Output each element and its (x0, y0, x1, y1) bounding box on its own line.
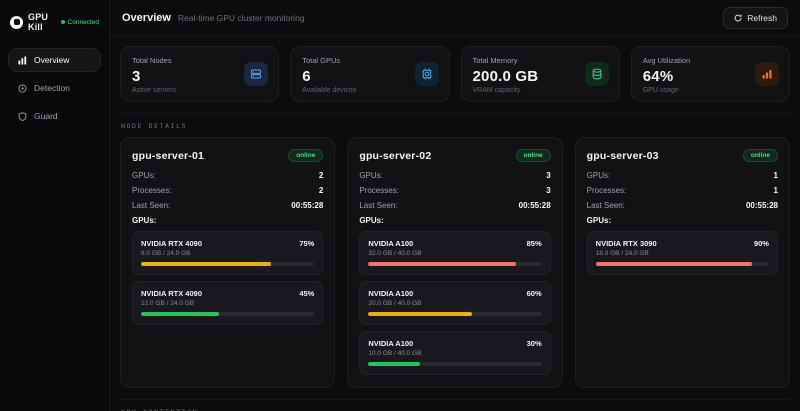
gpu-memory: 8.0 GB / 24.0 GB (141, 250, 314, 257)
content: Total Nodes 3 Active servers Total GPUs … (110, 37, 800, 411)
gpu-memory: 10.0 GB / 40.0 GB (368, 350, 541, 357)
status-dot-icon (61, 20, 65, 24)
node-gpus-row: GPUs:3 (359, 171, 550, 180)
gpu-item: NVIDIA A100 30% 10.0 GB / 40.0 GB (359, 331, 550, 375)
app-name: GPU Kill (28, 12, 56, 32)
gpu-list-label: GPUs: (587, 216, 778, 225)
gpu-item: NVIDIA RTX 3090 90% 18.0 GB / 24.0 GB (587, 231, 778, 275)
sidebar-item-overview[interactable]: Overview (8, 48, 101, 72)
database-icon (585, 62, 609, 86)
gpu-memory: 32.0 GB / 40.0 GB (368, 250, 541, 257)
gpu-model: NVIDIA A100 (368, 289, 413, 298)
gpu-utilization: 30% (527, 339, 542, 348)
utilization-bar-fill (596, 262, 752, 266)
sidebar-item-detection[interactable]: Detection (8, 76, 101, 100)
gpu-chip-icon (415, 62, 439, 86)
node-name: gpu-server-03 (587, 150, 659, 162)
node-gpus-row: GPUs:2 (132, 171, 323, 180)
utilization-bar (596, 262, 769, 266)
stat-card-total-gpus: Total GPUs 6 Available devices (290, 46, 449, 102)
sidebar: GPU Kill Connected Overview Detection Gu… (0, 0, 110, 411)
gpu-utilization: 60% (527, 289, 542, 298)
stat-sublabel: GPU usage (643, 87, 778, 94)
stat-card-avg-utilization: Avg Utilization 64% GPU usage (631, 46, 790, 102)
sidebar-item-label: Detection (34, 83, 70, 93)
gpu-utilization: 75% (299, 239, 314, 248)
sidebar-nav: Overview Detection Guard (8, 48, 101, 128)
utilization-bar-fill (141, 262, 271, 266)
refresh-label: Refresh (747, 13, 777, 23)
status-badge: online (743, 149, 778, 162)
section-label-node-details: NODE DETAILS (121, 122, 789, 130)
gpu-utilization: 90% (754, 239, 769, 248)
bars-icon (755, 62, 779, 86)
page-header: Overview Real-time GPU cluster monitorin… (110, 0, 800, 37)
stat-sublabel: Available devices (302, 87, 437, 94)
radar-icon (18, 84, 27, 93)
utilization-bar (368, 262, 541, 266)
stat-card-total-nodes: Total Nodes 3 Active servers (120, 46, 279, 102)
node-last-seen-row: Last Seen:00:55:28 (359, 201, 550, 210)
sidebar-item-guard[interactable]: Guard (8, 104, 101, 128)
gpu-item: NVIDIA RTX 4090 45% 12.0 GB / 24.0 GB (132, 281, 323, 325)
status-badge: online (516, 149, 551, 162)
status-badge: online (288, 149, 323, 162)
gpu-item: NVIDIA A100 60% 20.0 GB / 40.0 GB (359, 281, 550, 325)
stat-sublabel: Active servers (132, 87, 267, 94)
gpu-contention-section: GPU CONTENTION Blocked GPUs NVIDIA RTX 3… (120, 399, 790, 411)
gpu-memory: 20.0 GB / 40.0 GB (368, 300, 541, 307)
app-logo-icon (10, 16, 23, 29)
node-last-seen-row: Last Seen:00:55:28 (132, 201, 323, 210)
server-icon (244, 62, 268, 86)
gpu-utilization: 45% (299, 289, 314, 298)
node-card-gpu-server-02: gpu-server-02 online GPUs:3 Processes:3 … (347, 137, 562, 388)
node-gpus-row: GPUs:1 (587, 171, 778, 180)
gpu-list-label: GPUs: (359, 216, 550, 225)
node-card-gpu-server-03: gpu-server-03 online GPUs:1 Processes:1 … (575, 137, 790, 388)
utilization-bar (368, 312, 541, 316)
utilization-bar-fill (368, 362, 420, 366)
gpu-model: NVIDIA RTX 3090 (596, 239, 657, 248)
sidebar-item-label: Guard (34, 111, 58, 121)
node-processes-row: Processes:1 (587, 186, 778, 195)
shield-icon (18, 112, 27, 121)
gpu-list-label: GPUs: (132, 216, 323, 225)
utilization-bar (141, 262, 314, 266)
stat-sublabel: VRAM capacity (473, 87, 608, 94)
node-last-seen-row: Last Seen:00:55:28 (587, 201, 778, 210)
gpu-utilization: 85% (527, 239, 542, 248)
gpu-item: NVIDIA RTX 4090 75% 8.0 GB / 24.0 GB (132, 231, 323, 275)
connection-status: Connected (61, 19, 99, 26)
node-card-gpu-server-01: gpu-server-01 online GPUs:2 Processes:2 … (120, 137, 335, 388)
gpu-model: NVIDIA A100 (368, 239, 413, 248)
page-subtitle: Real-time GPU cluster monitoring (178, 13, 305, 23)
utilization-bar (368, 362, 541, 366)
node-processes-row: Processes:2 (132, 186, 323, 195)
node-processes-row: Processes:3 (359, 186, 550, 195)
sidebar-item-label: Overview (34, 55, 69, 65)
node-cards-grid: gpu-server-01 online GPUs:2 Processes:2 … (120, 137, 790, 388)
page-title: Overview (122, 12, 171, 24)
node-details-section: NODE DETAILS gpu-server-01 online GPUs:2… (120, 113, 790, 388)
gpu-model: NVIDIA A100 (368, 339, 413, 348)
stat-card-total-memory: Total Memory 200.0 GB VRAM capacity (461, 46, 620, 102)
utilization-bar-fill (368, 312, 472, 316)
node-name: gpu-server-01 (132, 150, 204, 162)
gpu-model: NVIDIA RTX 4090 (141, 289, 202, 298)
refresh-icon (734, 14, 742, 22)
main-area: Overview Real-time GPU cluster monitorin… (110, 0, 800, 411)
app-logo-row: GPU Kill Connected (8, 10, 101, 44)
gpu-model: NVIDIA RTX 4090 (141, 239, 202, 248)
utilization-bar-fill (141, 312, 219, 316)
refresh-button[interactable]: Refresh (723, 7, 788, 29)
connection-label: Connected (68, 19, 99, 26)
bar-chart-icon (18, 56, 27, 65)
stats-row: Total Nodes 3 Active servers Total GPUs … (120, 46, 790, 102)
utilization-bar (141, 312, 314, 316)
gpu-item: NVIDIA A100 85% 32.0 GB / 40.0 GB (359, 231, 550, 275)
gpu-memory: 12.0 GB / 24.0 GB (141, 300, 314, 307)
node-name: gpu-server-02 (359, 150, 431, 162)
gpu-memory: 18.0 GB / 24.0 GB (596, 250, 769, 257)
utilization-bar-fill (368, 262, 515, 266)
